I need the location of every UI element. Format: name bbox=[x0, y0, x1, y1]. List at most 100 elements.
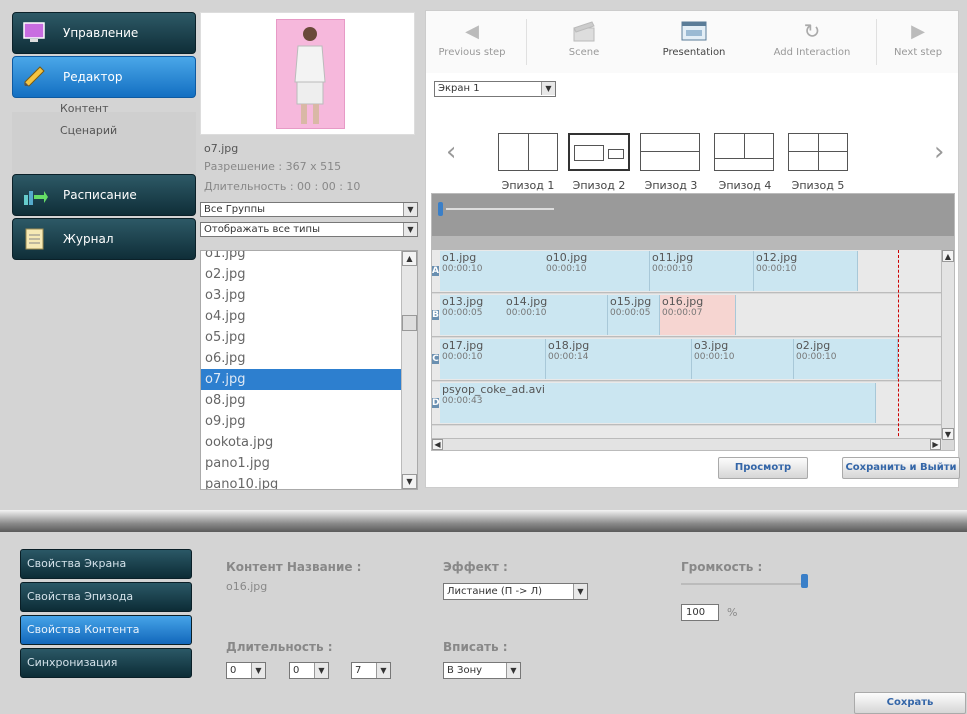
episode-thumb-3[interactable] bbox=[640, 133, 700, 171]
timeline-v-scrollbar[interactable]: ▲ ▼ bbox=[941, 250, 954, 440]
clip-duration: 00:00:10 bbox=[442, 264, 483, 274]
timeline-track[interactable]: Bo13.jpg 00:00:05 o14.jpg 00:00:10 o15.jpg 00… bbox=[432, 294, 942, 337]
timeline-clip[interactable]: o14.jpg 00:00:10 bbox=[504, 295, 608, 335]
carousel-next-icon[interactable]: › bbox=[934, 137, 944, 167]
save-and-exit-button[interactable]: Сохранить и Выйти bbox=[842, 457, 960, 479]
file-list-item[interactable]: o9.jpg bbox=[201, 411, 401, 432]
scroll-left-icon[interactable]: ◀ bbox=[432, 439, 443, 450]
timeline-track[interactable]: Co17.jpg 00:00:10 o18.jpg 00:00:14 o3.jpg 00:… bbox=[432, 338, 942, 381]
file-list-item[interactable]: ookota.jpg bbox=[201, 432, 401, 453]
fit-select[interactable]: В Зону ▼ bbox=[443, 662, 521, 679]
nav-sub-content[interactable]: Контент bbox=[60, 102, 109, 115]
volume-slider-handle[interactable] bbox=[801, 574, 808, 588]
duration-hours-select[interactable]: 0 ▼ bbox=[226, 662, 266, 679]
episode-thumb-4[interactable] bbox=[714, 133, 774, 171]
scroll-up-icon[interactable]: ▲ bbox=[942, 250, 954, 262]
clip-duration: 00:00:10 bbox=[652, 264, 693, 274]
timeline-clip[interactable]: o15.jpg 00:00:05 bbox=[608, 295, 660, 335]
volume-slider-track[interactable] bbox=[681, 583, 805, 585]
preview-button[interactable]: Просмотр bbox=[718, 457, 808, 479]
file-list-item[interactable]: o5.jpg bbox=[201, 327, 401, 348]
group-filter-select[interactable]: Все Группы ▼ bbox=[200, 202, 418, 217]
nav-item-schedule[interactable]: Расписание bbox=[12, 174, 196, 216]
duration-minutes-select[interactable]: 0 ▼ bbox=[289, 662, 329, 679]
episode-thumb-5[interactable] bbox=[788, 133, 848, 171]
file-list-item[interactable]: o1.jpg bbox=[201, 251, 401, 264]
scroll-right-icon[interactable]: ▶ bbox=[930, 439, 941, 450]
file-list[interactable]: o1.jpg o2.jpg o3.jpg o4.jpg o5.jpg o6.jpg o7.j… bbox=[200, 250, 418, 490]
file-list-item[interactable]: pano10.jpg bbox=[201, 474, 401, 489]
timeline-clip[interactable]: o12.jpg 00:00:10 bbox=[754, 251, 858, 291]
scroll-thumb[interactable] bbox=[402, 315, 417, 331]
effect-select[interactable]: Листание (П -> Л) ▼ bbox=[443, 583, 588, 600]
type-filter-select[interactable]: Отображать все типы ▼ bbox=[200, 222, 418, 237]
nav-item-journal[interactable]: Журнал bbox=[12, 218, 196, 260]
tab-content-properties[interactable]: Свойства Контента bbox=[20, 615, 192, 645]
bottom-divider bbox=[0, 510, 967, 532]
timeline-track[interactable]: Ao1.jpg 00:00:10 o10.jpg 00:00:10 o11.jpg 00:… bbox=[432, 250, 942, 293]
volume-input[interactable]: 100 bbox=[681, 604, 719, 621]
nav-sub-scenario[interactable]: Сценарий bbox=[60, 124, 117, 137]
nav-item-management[interactable]: Управление bbox=[12, 12, 196, 54]
file-list-scrollbar[interactable]: ▲ ▼ bbox=[401, 251, 417, 489]
zoom-slider-handle[interactable] bbox=[438, 202, 443, 216]
timeline-h-scrollbar[interactable]: ◀ ▶ bbox=[432, 438, 942, 450]
clip-duration: 00:00:10 bbox=[442, 352, 483, 362]
timeline-clip[interactable]: o2.jpg 00:00:10 bbox=[794, 339, 898, 379]
presentation-button[interactable]: Presentation bbox=[654, 15, 734, 71]
episode-thumb-1[interactable] bbox=[498, 133, 558, 171]
file-list-item[interactable]: o8.jpg bbox=[201, 390, 401, 411]
episode-label-4[interactable]: Эпизод 4 bbox=[708, 179, 782, 192]
duration-seconds-value: 7 bbox=[355, 665, 362, 676]
timeline-clip[interactable]: o3.jpg 00:00:10 bbox=[692, 339, 794, 379]
tab-screen-properties[interactable]: Свойства Экрана bbox=[20, 549, 192, 579]
notepad-icon bbox=[21, 225, 49, 253]
clip-name: o12.jpg bbox=[756, 251, 798, 264]
chevron-down-icon: ▼ bbox=[573, 584, 587, 599]
zoom-slider-track[interactable] bbox=[446, 208, 554, 210]
window-icon bbox=[654, 15, 734, 47]
timeline-clip[interactable]: psyop_coke_ad.avi 00:00:43 bbox=[440, 383, 876, 423]
timeline-zoom-strip bbox=[432, 194, 954, 236]
timeline-clip[interactable]: o17.jpg 00:00:10 bbox=[440, 339, 546, 379]
add-interaction-button[interactable]: ↻ Add Interaction bbox=[772, 15, 852, 71]
tab-episode-properties[interactable]: Свойства Эпизода bbox=[20, 582, 192, 612]
arrow-left-icon: ◀ bbox=[465, 20, 479, 42]
screen-select[interactable]: Экран 1 ▼ bbox=[434, 81, 556, 97]
carousel-prev-icon[interactable]: ‹ bbox=[446, 137, 456, 167]
presentation-label: Presentation bbox=[662, 47, 726, 58]
file-list-item[interactable]: o3.jpg bbox=[201, 285, 401, 306]
scroll-down-icon[interactable]: ▼ bbox=[942, 428, 954, 440]
scene-button[interactable]: Scene bbox=[544, 15, 624, 71]
timeline-clip[interactable]: o13.jpg 00:00:05 bbox=[440, 295, 506, 335]
timeline-clip[interactable]: o18.jpg 00:00:14 bbox=[546, 339, 692, 379]
previous-step-label: Previous step bbox=[438, 47, 506, 58]
tab-synchronization[interactable]: Синхронизация bbox=[20, 648, 192, 678]
file-list-item[interactable]: o7.jpg bbox=[201, 369, 401, 390]
episode-label-5[interactable]: Эпизод 5 bbox=[781, 179, 855, 192]
scroll-up-icon[interactable]: ▲ bbox=[402, 251, 417, 266]
timeline-clip[interactable]: o10.jpg 00:00:10 bbox=[544, 251, 650, 291]
timeline-clip[interactable]: o16.jpg 00:00:07 bbox=[660, 295, 736, 335]
episode-label-1[interactable]: Эпизод 1 bbox=[491, 179, 565, 192]
timeline-track[interactable]: Dpsyop_coke_ad.avi 00:00:43 bbox=[432, 382, 942, 425]
timeline-clip[interactable]: o1.jpg 00:00:10 bbox=[440, 251, 546, 291]
playhead[interactable] bbox=[898, 250, 899, 446]
scroll-down-icon[interactable]: ▼ bbox=[402, 474, 417, 489]
duration-seconds-select[interactable]: 7 ▼ bbox=[351, 662, 391, 679]
file-list-item[interactable]: o4.jpg bbox=[201, 306, 401, 327]
next-step-button[interactable]: ▶ Next step bbox=[878, 15, 958, 71]
episode-label-2[interactable]: Эпизод 2 bbox=[562, 179, 636, 192]
pencil-icon bbox=[21, 63, 49, 91]
previous-step-button[interactable]: ◀ Previous step bbox=[432, 15, 512, 71]
timeline-clip[interactable]: o11.jpg 00:00:10 bbox=[650, 251, 754, 291]
nav-item-editor[interactable]: Редактор bbox=[12, 56, 196, 98]
episode-thumb-2[interactable] bbox=[568, 133, 630, 171]
file-list-item[interactable]: o6.jpg bbox=[201, 348, 401, 369]
episode-label-3[interactable]: Эпизод 3 bbox=[634, 179, 708, 192]
save-button[interactable]: Сохрать bbox=[854, 692, 966, 714]
timeline[interactable]: Ao1.jpg 00:00:10 o10.jpg 00:00:10 o11.jpg 00:… bbox=[431, 193, 955, 451]
file-list-item[interactable]: pano1.jpg bbox=[201, 453, 401, 474]
chevron-down-icon: ▼ bbox=[376, 663, 390, 678]
file-list-item[interactable]: o2.jpg bbox=[201, 264, 401, 285]
